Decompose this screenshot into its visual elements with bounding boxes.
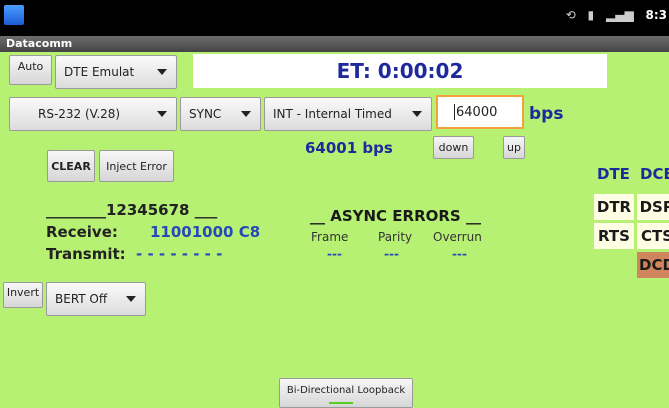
rts-indicator: RTS [594,223,634,249]
clear-button[interactable]: CLEAR [47,150,95,182]
chevron-down-icon [241,111,251,117]
status-bar: ⟲ ▮ ▂▄▆ 8:3 [0,0,669,36]
elapsed-timer: ET: 0:00:02 [193,54,607,88]
app-icon [4,5,24,25]
async-val-frame: --- [327,247,342,261]
chevron-down-icon [157,69,167,75]
loopback-toggle[interactable]: Bi-Directional Loopback [279,378,413,408]
interface-dropdown[interactable]: RS-232 (V.28) [9,97,177,131]
dce-header: DCE [640,165,669,183]
receive-label: Receive: [46,223,118,241]
mode-dropdown-label: DTE Emulat [64,65,135,79]
storage-icon: ▮ [587,8,595,22]
sync-icon: ⟲ [565,8,576,22]
bps-input-value: 64000 [456,104,498,120]
up-button[interactable]: up [503,136,525,159]
sync-dropdown[interactable]: SYNC [180,97,261,131]
clock: 8:3 [645,8,668,22]
async-errors-title: __ ASYNC ERRORS __ [310,207,481,225]
chevron-down-icon [157,111,167,117]
async-col-parity: Parity [378,230,413,244]
toggle-indicator [329,402,353,404]
inject-error-button[interactable]: Inject Error [99,150,174,182]
clock-dropdown[interactable]: INT - Internal Timed [264,97,432,131]
mode-dropdown[interactable]: DTE Emulat [55,55,177,89]
main-panel: Auto DTE Emulat ET: 0:00:02 RS-232 (V.28… [0,52,669,408]
cts-indicator: CTS [637,223,669,249]
receive-value: 11001000 C8 [150,223,261,241]
interface-dropdown-label: RS-232 (V.28) [38,107,121,121]
auto-button[interactable]: Auto [9,55,52,85]
clock-dropdown-label: INT - Internal Timed [273,107,392,121]
async-val-parity: --- [384,247,399,261]
bps-unit-label: bps [529,104,564,124]
app-title: Datacomm [0,36,669,52]
async-col-frame: Frame [311,230,349,244]
measured-rate: 64001 bps [305,139,393,157]
async-col-overrun: Overrun [433,230,482,244]
bert-dropdown[interactable]: BERT Off [46,282,146,316]
signal-icon: ▂▄▆ [605,8,634,22]
text-cursor [454,104,455,120]
sync-dropdown-label: SYNC [189,107,222,121]
loopback-label: Bi-Directional Loopback [286,385,406,396]
async-val-overrun: --- [452,247,467,261]
chevron-down-icon [412,111,422,117]
status-icons: ⟲ ▮ ▂▄▆ 8:3 [558,8,667,22]
transmit-label: Transmit: [46,245,126,263]
dsr-indicator: DSR [637,194,669,220]
transmit-value: - - - - - - - - [136,245,223,263]
dte-header: DTE [597,165,630,183]
pattern-header: ________12345678 ___ [46,201,218,219]
bps-input[interactable]: 64000 [436,95,524,129]
invert-button[interactable]: Invert [3,282,43,308]
dcd-indicator: DCD [637,252,669,278]
dtr-indicator: DTR [594,194,634,220]
chevron-down-icon [126,296,136,302]
down-button[interactable]: down [433,136,474,159]
bert-dropdown-label: BERT Off [55,292,108,306]
